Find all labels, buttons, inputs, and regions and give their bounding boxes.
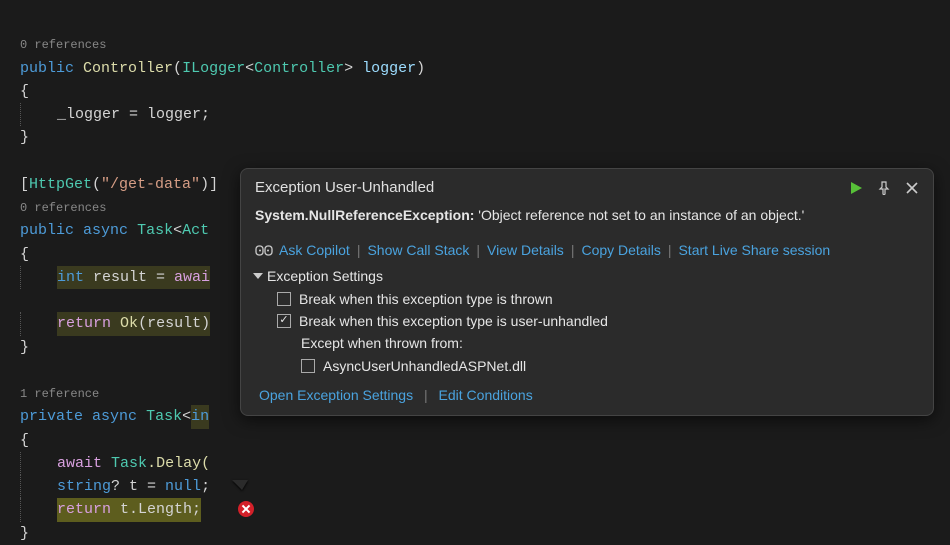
break-on-user-unhandled-label: Break when this exception type is user-u… (299, 310, 608, 332)
codelens-references[interactable]: 1 reference (20, 387, 99, 401)
continue-icon[interactable] (849, 181, 863, 195)
ask-copilot-link[interactable]: Ask Copilot (279, 242, 350, 258)
except-module-checkbox[interactable] (301, 359, 315, 373)
break-on-thrown-label: Break when this exception type is thrown (299, 288, 553, 310)
param-logger: logger (362, 60, 416, 77)
start-live-share-link[interactable]: Start Live Share session (678, 242, 830, 258)
break-on-user-unhandled-checkbox[interactable] (277, 314, 291, 328)
open-exception-settings-link[interactable]: Open Exception Settings (259, 387, 413, 403)
type-ilogger: ILogger (182, 60, 245, 77)
exception-helper-popup: Exception User-Unhandled System.NullRefe… (240, 168, 934, 416)
popup-title: Exception User-Unhandled (255, 179, 434, 196)
codelens-references[interactable]: 0 references (20, 201, 106, 215)
constructor-name: Controller (83, 60, 173, 77)
attribute-route: "/get-data" (101, 176, 200, 193)
close-icon[interactable] (905, 181, 919, 195)
break-on-thrown-checkbox[interactable] (277, 292, 291, 306)
view-details-link[interactable]: View Details (487, 242, 564, 258)
except-module-label: AsyncUserUnhandledASPNet.dll (323, 355, 526, 377)
error-glyph-icon[interactable] (237, 500, 255, 518)
edit-conditions-link[interactable]: Edit Conditions (439, 387, 533, 403)
exception-type: System.NullReferenceException: (255, 207, 474, 223)
copy-details-link[interactable]: Copy Details (581, 242, 660, 258)
codelens-references[interactable]: 0 references (20, 38, 106, 52)
popup-action-links: Ask Copilot | Show Call Stack | View Det… (255, 242, 919, 258)
except-when-label: Except when thrown from: (301, 332, 919, 354)
pin-icon[interactable] (877, 181, 891, 195)
exception-message: System.NullReferenceException: 'Object r… (255, 206, 919, 226)
exception-text: 'Object reference not set to an instance… (478, 207, 804, 223)
show-call-stack-link[interactable]: Show Call Stack (367, 242, 469, 258)
type-controller: Controller (254, 60, 344, 77)
popup-tail (232, 480, 248, 490)
exception-settings-expander[interactable]: Exception Settings (255, 268, 919, 284)
exception-settings-label: Exception Settings (267, 268, 383, 284)
copilot-icon (255, 243, 273, 257)
keyword-public: public (20, 60, 74, 77)
attribute-name: HttpGet (29, 176, 92, 193)
expander-icon (253, 273, 263, 279)
assignment: _logger = logger; (57, 106, 210, 123)
